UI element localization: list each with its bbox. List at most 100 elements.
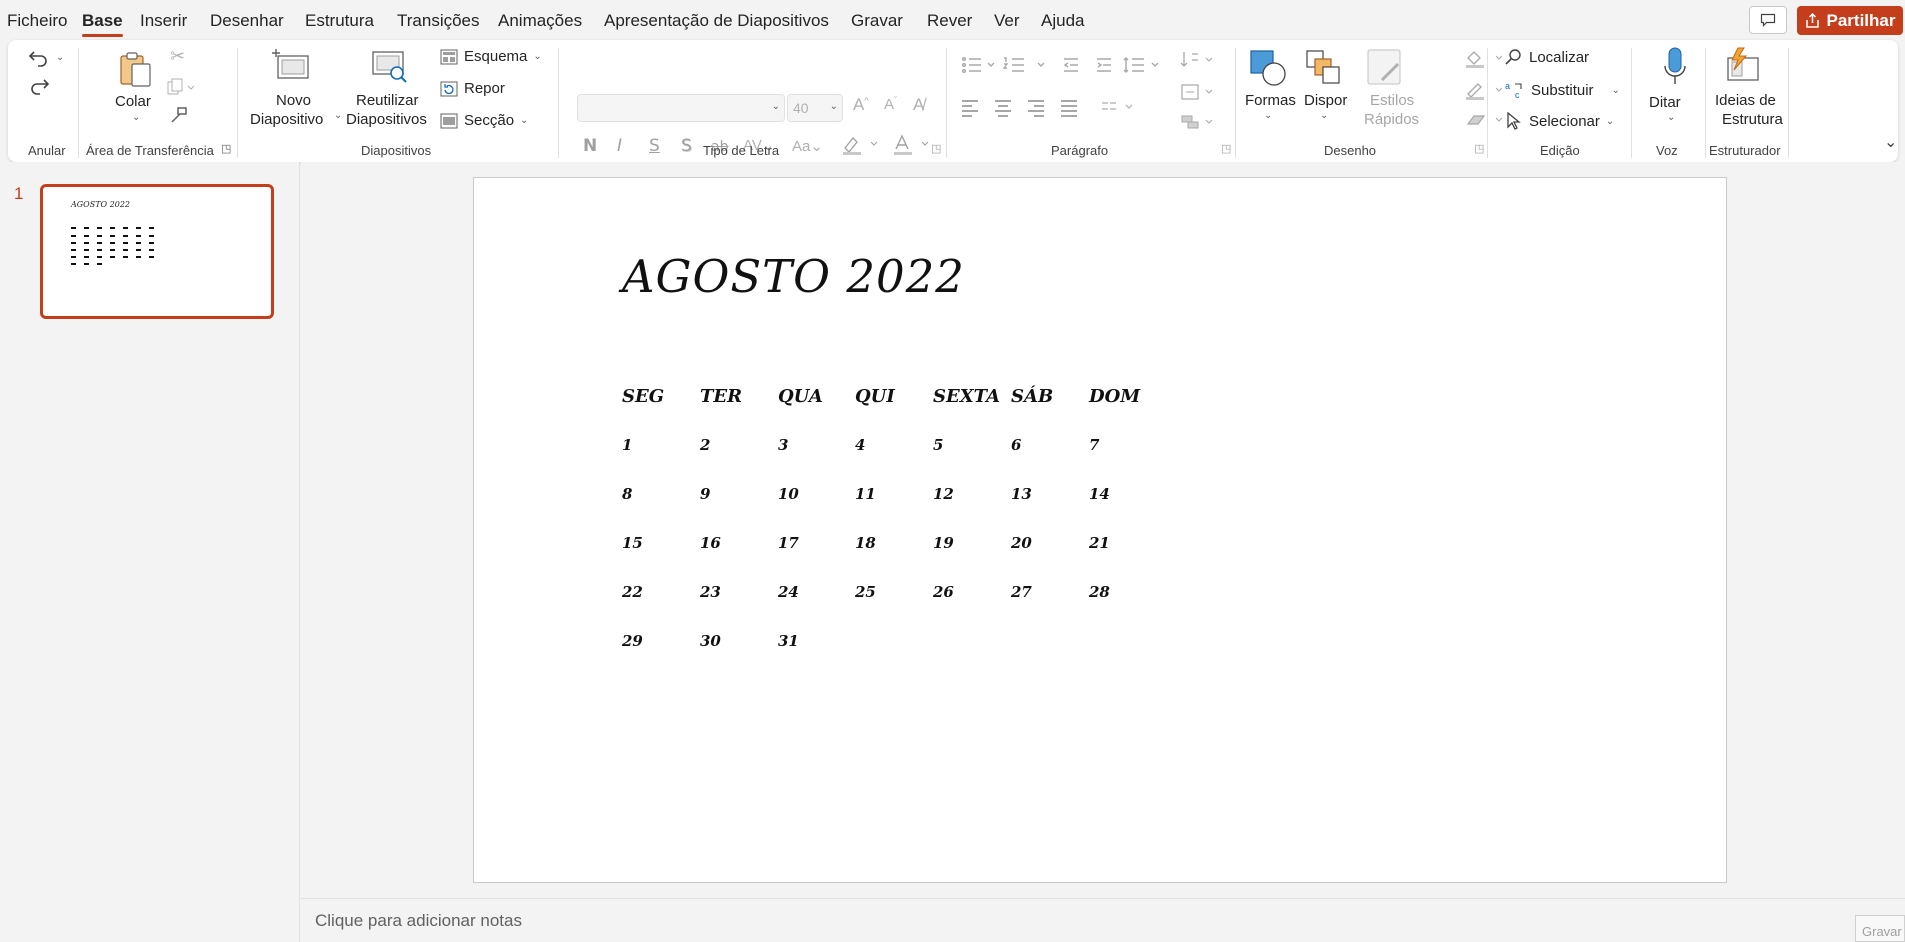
reset-icon bbox=[440, 81, 458, 96]
shapes-icon bbox=[1250, 50, 1286, 86]
find-button[interactable]: Localizar bbox=[1505, 48, 1589, 66]
slide[interactable]: AGOSTO 2022 SEG TER QUA QUI SEXTA SÁB DOM 1 2 3 4 5… bbox=[473, 177, 1727, 883]
calendar-day: 29 bbox=[622, 632, 643, 650]
font-size-select[interactable]: 40 ⌄ bbox=[787, 94, 843, 122]
share-button[interactable]: Partilhar bbox=[1797, 6, 1903, 35]
paragraph-launcher-icon[interactable]: ◳ bbox=[1221, 142, 1231, 155]
bold-button[interactable]: N bbox=[583, 136, 597, 156]
select-button[interactable]: Selecionar ⌄ bbox=[1505, 112, 1614, 130]
tab-ajuda[interactable]: Ajuda bbox=[1041, 11, 1084, 31]
redo-icon[interactable] bbox=[28, 76, 50, 96]
calendar-day: 3 bbox=[778, 436, 789, 454]
layout-icon bbox=[440, 49, 458, 64]
shape-outline-icon[interactable] bbox=[1464, 80, 1508, 102]
thumbnail-dash bbox=[149, 227, 154, 229]
thumbnail-dash bbox=[97, 256, 102, 258]
calendar-day: 7 bbox=[1089, 436, 1100, 454]
tab-estrutura[interactable]: Estrutura bbox=[305, 11, 374, 31]
tab-base[interactable]: Base bbox=[82, 11, 123, 37]
thumbnail-dash bbox=[84, 256, 89, 258]
slide-thumbnail[interactable]: AGOSTO 2022 bbox=[40, 184, 274, 319]
highlight-color-icon[interactable] bbox=[841, 134, 881, 156]
design-ideas-icon bbox=[1727, 47, 1759, 81]
italic-button[interactable]: I bbox=[617, 136, 622, 156]
reuse-label-2: Diapositivos bbox=[346, 111, 427, 128]
group-separator bbox=[1631, 48, 1632, 158]
shape-effects-icon[interactable] bbox=[1464, 110, 1508, 132]
reset-button[interactable]: Repor bbox=[440, 80, 505, 97]
dictate-chevron-icon: ⌄ bbox=[1667, 112, 1676, 123]
thumbnail-dash bbox=[149, 249, 154, 251]
tab-desenhar[interactable]: Desenhar bbox=[210, 11, 284, 31]
thumbnail-dash bbox=[136, 256, 141, 258]
group-label-font: Tipo de Letra bbox=[703, 143, 780, 158]
smartart-icon[interactable] bbox=[1180, 112, 1216, 132]
tab-transicoes[interactable]: Transições bbox=[397, 11, 480, 31]
align-text-icon[interactable] bbox=[1180, 82, 1216, 102]
notes-pane[interactable]: Clique para adicionar notas bbox=[301, 898, 1905, 942]
calendar-day: 9 bbox=[700, 485, 711, 503]
slide-title[interactable]: AGOSTO 2022 bbox=[622, 250, 965, 303]
microphone-icon bbox=[1664, 47, 1686, 84]
drawing-launcher-icon[interactable]: ◳ bbox=[1474, 142, 1484, 155]
layout-label: Esquema bbox=[464, 48, 528, 65]
calendar-day: 10 bbox=[778, 485, 799, 503]
thumbnail-title: AGOSTO 2022 bbox=[71, 200, 131, 209]
thumbnail-dash bbox=[123, 242, 128, 244]
comments-button[interactable] bbox=[1749, 6, 1787, 34]
calendar-day: 12 bbox=[933, 485, 954, 503]
layout-button[interactable]: Esquema ⌄ bbox=[440, 48, 542, 65]
record-button[interactable]: Gravar bbox=[1855, 915, 1905, 942]
thumbnail-dash bbox=[71, 242, 76, 244]
tab-rever[interactable]: Rever bbox=[927, 11, 972, 31]
section-button[interactable]: Secção ⌄ bbox=[440, 112, 528, 129]
alignment-buttons-icon[interactable] bbox=[960, 97, 1180, 117]
tab-apresentacao[interactable]: Apresentação de Diapositivos bbox=[604, 11, 829, 31]
clipboard-launcher-icon[interactable]: ◳ bbox=[221, 142, 231, 155]
shadow-button[interactable]: S bbox=[681, 136, 692, 156]
calendar-day: 15 bbox=[622, 534, 643, 552]
select-chevron-icon: ⌄ bbox=[1605, 115, 1615, 127]
thumbnail-dash bbox=[110, 242, 115, 244]
group-label-voice: Voz bbox=[1656, 143, 1678, 158]
thumbnail-dash bbox=[71, 235, 76, 237]
calendar-day: 23 bbox=[700, 583, 721, 601]
decrease-font-size-icon[interactable]: Aˇ bbox=[884, 95, 897, 113]
text-direction-icon[interactable] bbox=[1180, 50, 1216, 70]
replace-label: Substituir bbox=[1531, 81, 1594, 99]
format-painter-icon[interactable] bbox=[168, 104, 190, 126]
undo-dropdown-chevron-icon[interactable]: ⌄ bbox=[56, 52, 64, 63]
collapse-ribbon-chevron-icon[interactable]: ⌄ bbox=[1884, 132, 1897, 152]
clear-formatting-icon[interactable]: A̸ bbox=[913, 95, 924, 115]
thumbnail-dash bbox=[97, 227, 102, 229]
tab-ficheiro[interactable]: Ficheiro bbox=[7, 11, 67, 31]
font-family-select[interactable]: ⌄ bbox=[577, 94, 785, 122]
font-color-icon[interactable] bbox=[892, 134, 932, 156]
change-case-icon[interactable]: Aa⌄ bbox=[792, 137, 823, 155]
font-launcher-icon[interactable]: ◳ bbox=[931, 142, 941, 155]
thumbnail-dash bbox=[84, 242, 89, 244]
replace-button[interactable]: ac Substituir ⌄ bbox=[1505, 80, 1620, 100]
tab-gravar[interactable]: Gravar bbox=[851, 11, 903, 31]
shape-fill-icon[interactable] bbox=[1464, 48, 1508, 70]
thumbnail-dash bbox=[71, 227, 76, 229]
underline-button[interactable]: S bbox=[649, 136, 660, 156]
calendar-day: 16 bbox=[700, 534, 721, 552]
thumbnail-dash bbox=[110, 249, 115, 251]
group-separator bbox=[1788, 48, 1789, 158]
increase-font-size-icon[interactable]: A^ bbox=[853, 95, 869, 115]
weekday-header: SÁB bbox=[1011, 386, 1054, 407]
new-slide-label-1: Novo bbox=[276, 92, 312, 109]
cut-icon[interactable]: ✂ bbox=[170, 46, 185, 67]
calendar-day: 11 bbox=[855, 485, 876, 503]
list-controls-icon[interactable] bbox=[960, 54, 1210, 76]
tab-animacoes[interactable]: Animações bbox=[498, 11, 582, 31]
section-chevron-icon: ⌄ bbox=[520, 115, 529, 126]
undo-icon[interactable] bbox=[28, 48, 50, 68]
thumbnail-dash bbox=[136, 227, 141, 229]
tab-ver[interactable]: Ver bbox=[994, 11, 1020, 31]
shapes-label: Formas bbox=[1245, 92, 1296, 109]
copy-icon[interactable] bbox=[166, 78, 196, 96]
arrange-label: Dispor bbox=[1304, 92, 1348, 109]
tab-inserir[interactable]: Inserir bbox=[140, 11, 187, 31]
